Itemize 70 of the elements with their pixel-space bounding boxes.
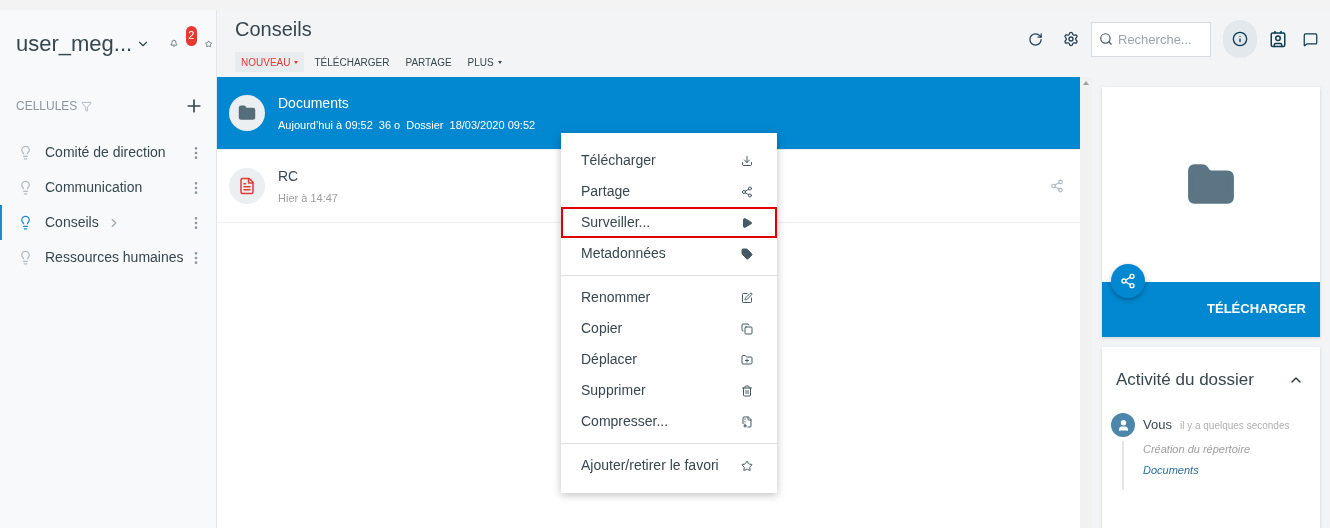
toolbar-button[interactable]: PARTAGE	[399, 52, 458, 72]
sidebar-item[interactable]: Ressources humaines	[0, 240, 216, 275]
notification-badge: 2	[186, 25, 197, 46]
item-label: Comité de direction	[45, 143, 166, 162]
chat-icon[interactable]	[1303, 31, 1318, 47]
pdf-icon	[238, 177, 256, 195]
toolbar-button[interactable]: NOUVEAU	[235, 52, 305, 72]
menu-item[interactable]: Supprimer	[561, 375, 777, 406]
archive-icon	[741, 415, 753, 428]
edit-icon	[741, 291, 753, 304]
download-button[interactable]: TÉLÉCHARGER	[1102, 282, 1320, 337]
lightbulb-icon	[18, 215, 33, 230]
caret-icon	[741, 216, 753, 229]
folder-icon	[238, 104, 256, 122]
share-button[interactable]	[1111, 264, 1145, 298]
file-detail: 18/03/2020 09:52	[449, 117, 536, 133]
file-row[interactable]: Documents Aujourd’hui à 09:52 36 o Dossier 18/03/2020 09:52	[217, 77, 1080, 150]
settings-icon[interactable]	[1063, 31, 1079, 47]
activity-action: Création du répertoire	[1143, 442, 1251, 457]
user-icon	[1116, 418, 1130, 432]
file-name: RC	[278, 166, 300, 186]
caret-icon	[497, 60, 502, 64]
share-icon	[1120, 273, 1136, 289]
download-icon	[741, 154, 753, 167]
activity-link[interactable]: Documents	[1143, 461, 1320, 478]
info-button[interactable]	[1223, 20, 1257, 58]
share-icon[interactable]	[1050, 179, 1064, 193]
menu-item[interactable]: Déplacer	[561, 344, 777, 375]
section-label: CELLULES	[16, 98, 78, 115]
menu-item[interactable]: Compresser...	[561, 406, 777, 437]
activity-title: Activité du dossier	[1116, 369, 1254, 392]
toolbar-button[interactable]: TÉLÉCHARGER	[308, 52, 396, 72]
star-icon	[741, 459, 753, 472]
scrollbar[interactable]	[1080, 77, 1092, 528]
info-icon	[1232, 31, 1248, 47]
filter-icon[interactable]	[81, 100, 93, 112]
copy-icon	[741, 322, 753, 335]
user-menu[interactable]: user_meg...	[16, 27, 151, 60]
file-detail: Hier à 14:47	[278, 190, 338, 206]
menu-item[interactable]: Ajouter/retirer le favori	[561, 450, 777, 481]
file-name: Documents	[278, 93, 350, 113]
search-icon	[1099, 31, 1113, 46]
sidebar-item[interactable]: Communication	[0, 170, 216, 205]
menu-item[interactable]: Partage	[561, 176, 777, 207]
activity-time: il y a quelques secondes	[1179, 418, 1290, 433]
menu-item[interactable]: Renommer	[561, 282, 777, 313]
lightbulb-icon	[18, 145, 33, 160]
refresh-icon[interactable]	[1028, 31, 1043, 47]
file-detail: Aujourd’hui à 09:52	[278, 117, 373, 133]
item-label: Conseils	[45, 213, 99, 232]
sidebar-item[interactable]: Comité de direction	[0, 135, 216, 170]
menu-item[interactable]: Surveiller...	[561, 207, 777, 238]
lightbulb-icon	[18, 250, 33, 265]
tag-icon	[741, 247, 753, 260]
trash-icon	[741, 384, 753, 397]
menu-item[interactable]: Metadonnées	[561, 238, 777, 269]
share-icon	[741, 185, 753, 198]
lightbulb-icon	[18, 180, 33, 195]
caret-icon	[294, 60, 299, 64]
page-title: Conseils	[235, 17, 313, 42]
file-detail: Dossier	[406, 117, 444, 133]
menu-item[interactable]: Copier	[561, 313, 777, 344]
toolbar-button[interactable]: PLUS	[461, 52, 508, 72]
activity-author: Vous	[1143, 416, 1172, 435]
search-field[interactable]: Recherche...	[1091, 21, 1211, 57]
contact-card-icon[interactable]	[1269, 30, 1287, 48]
item-label: Ressources humaines	[45, 248, 184, 267]
folder-plus-icon	[741, 353, 753, 366]
file-detail: 36 o	[378, 117, 401, 133]
item-label: Communication	[45, 178, 143, 197]
